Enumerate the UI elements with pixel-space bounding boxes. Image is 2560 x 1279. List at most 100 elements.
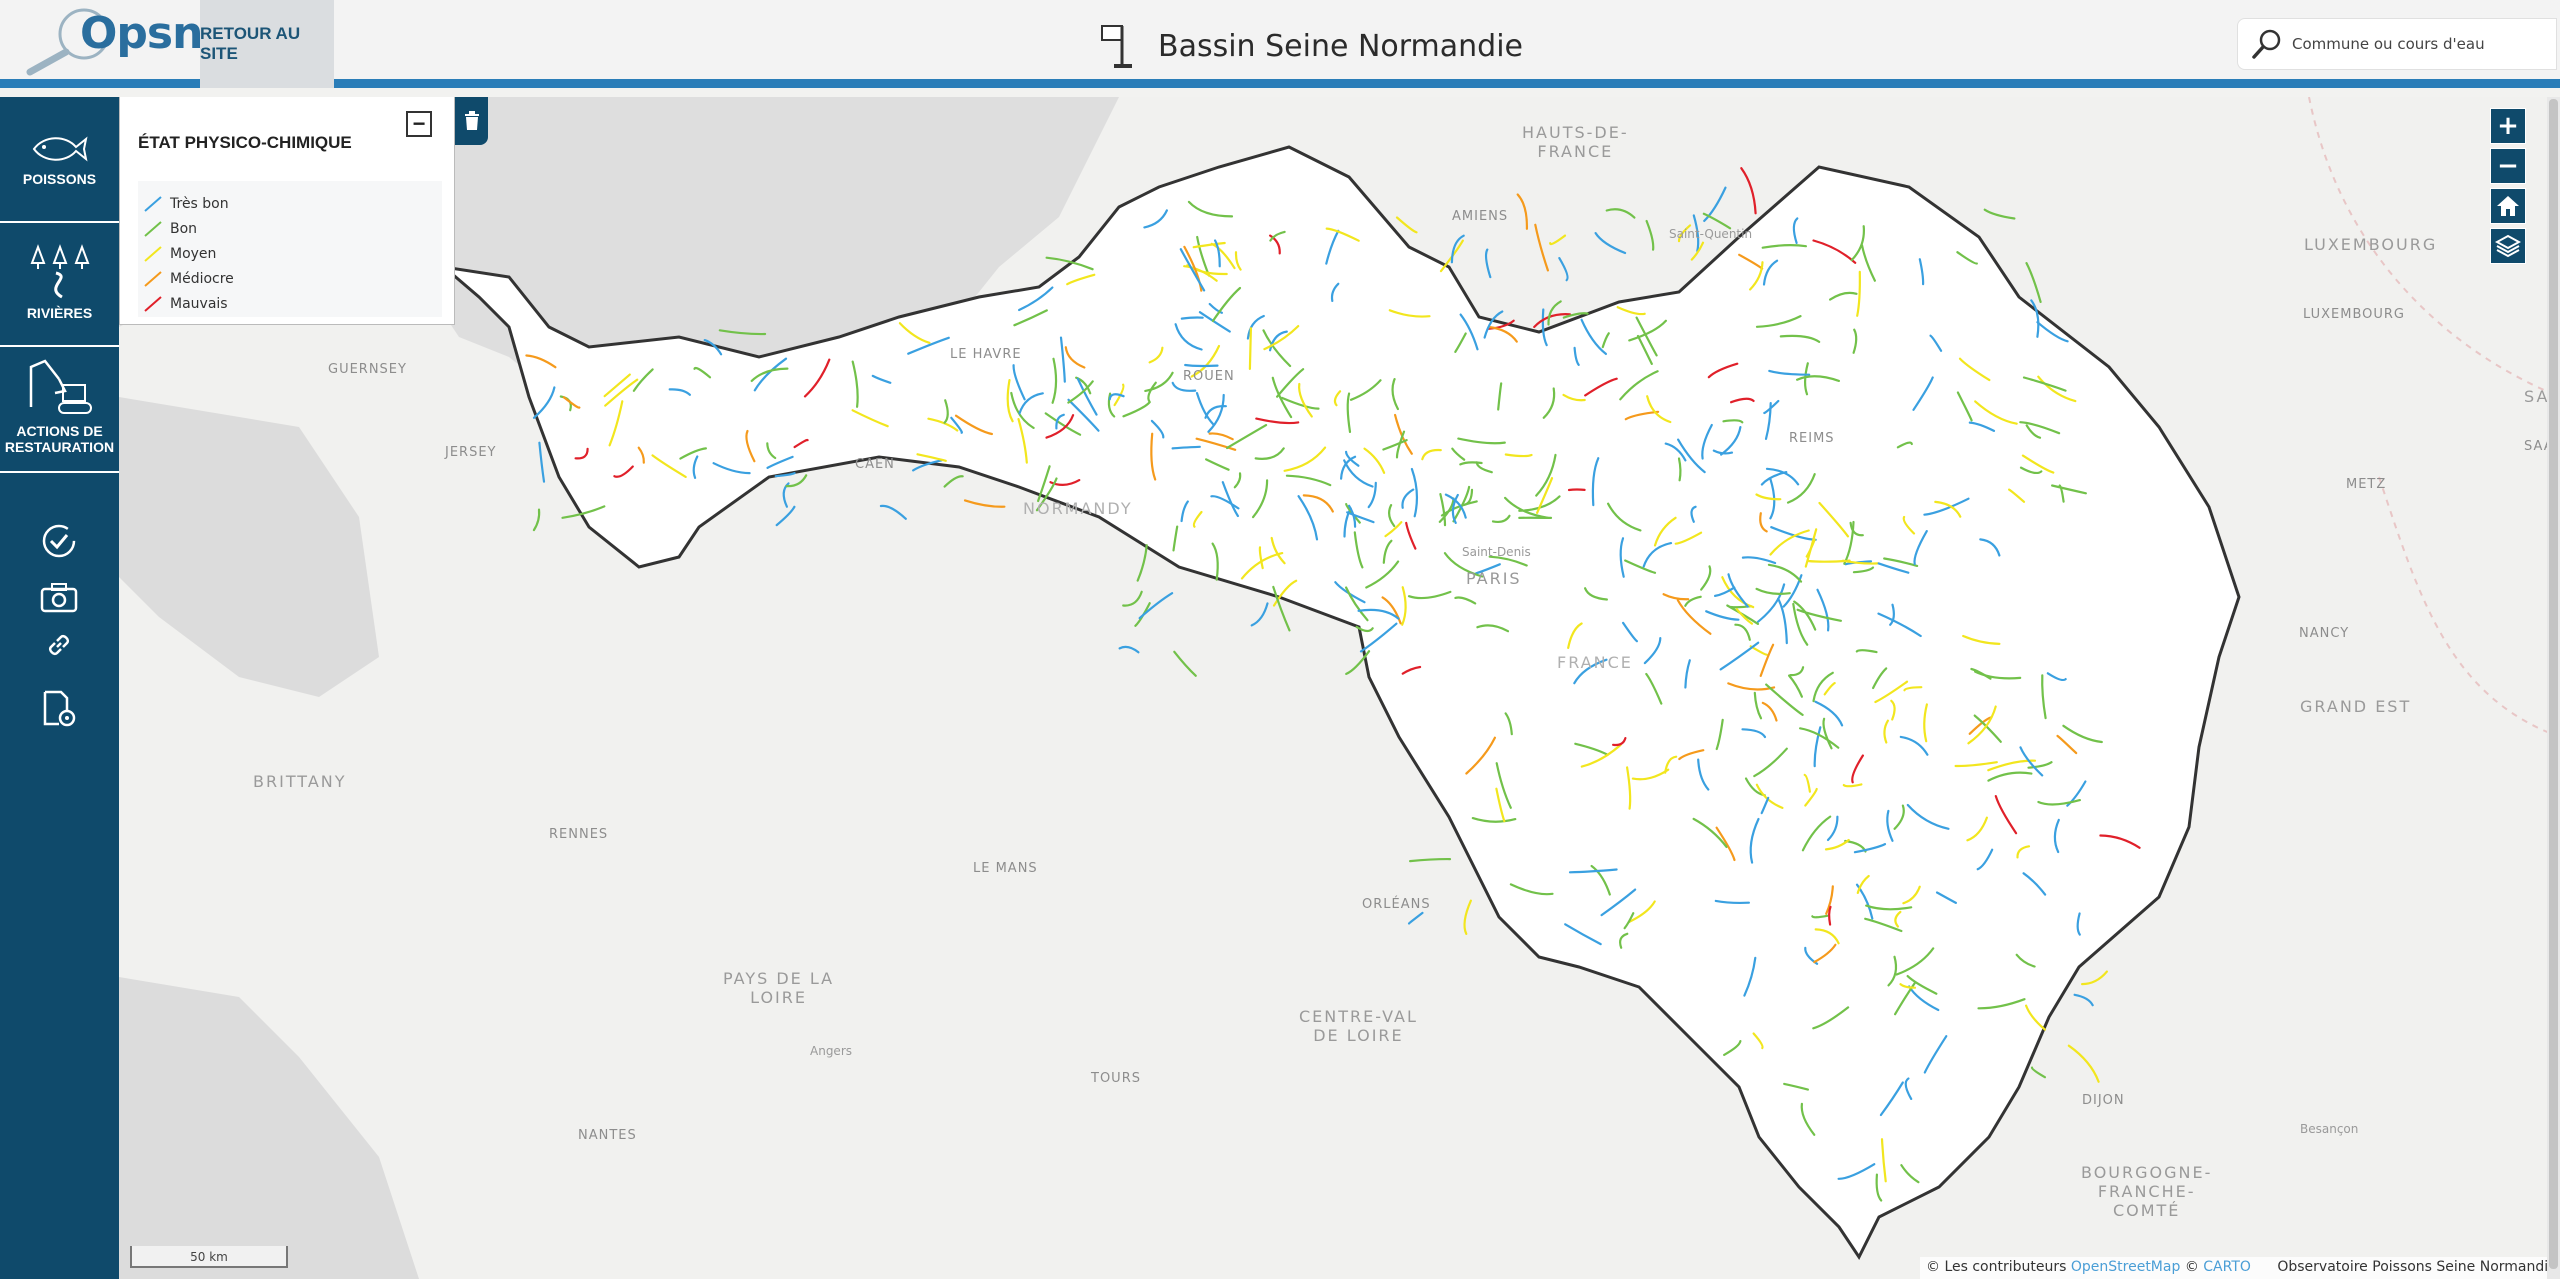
document-settings-icon: [43, 690, 76, 727]
river-segment: [785, 474, 808, 488]
place-saint-quentin: Saint-Quentin: [1669, 227, 1753, 241]
home-button[interactable]: [2490, 188, 2526, 224]
legend-panel: − ÉTAT PHYSICO-CHIMIQUE Très bon Bon Moy…: [119, 97, 455, 325]
place-dijon: DIJON: [2082, 1093, 2125, 1108]
tool-document-settings[interactable]: [35, 687, 83, 731]
sidebar-item-poissons[interactable]: POISSONS: [0, 97, 119, 223]
osm-link[interactable]: OpenStreetMap: [2071, 1259, 2180, 1275]
place-reims: REIMS: [1789, 431, 1835, 446]
river-segment: [1983, 208, 2016, 220]
place-jersey: JERSEY: [445, 445, 497, 460]
river-segment: [1594, 232, 1627, 255]
place-paris: PARIS: [1466, 569, 1522, 588]
river-segment: [1484, 248, 1492, 279]
river-segment: [1547, 300, 1562, 326]
place-amiens: AMIENS: [1452, 209, 1509, 224]
layers-icon: [2495, 234, 2521, 258]
clear-layer-button[interactable]: [455, 97, 488, 145]
legend-list: Très bon Bon Moyen Médiocre Mauvais: [138, 181, 442, 317]
place-rennes: RENNES: [549, 827, 609, 842]
river-segment: [2073, 993, 2094, 1007]
legend-label: Très bon: [170, 195, 229, 212]
legend-collapse-button[interactable]: −: [406, 111, 432, 137]
zoom-in-button[interactable]: +: [2490, 108, 2526, 144]
legend-item-mauvais: Mauvais: [144, 291, 436, 316]
legend-swatch-icon: [144, 245, 162, 262]
river-segment: [943, 475, 964, 488]
app-header: Opsn RETOUR AU SITE Bassin Seine Normand…: [0, 0, 2560, 88]
back-to-site-button[interactable]: RETOUR AU SITE: [200, 0, 334, 88]
legend-item-moyen: Moyen: [144, 241, 436, 266]
sidebar-item-label: RIVIÈRES: [26, 305, 93, 321]
sidebar-item-actions-restauration[interactable]: ACTIONS DE RESTAURATION: [0, 347, 119, 473]
link-icon: [49, 635, 69, 655]
refresh-check-icon: [42, 524, 76, 558]
page-title-group: Bassin Seine Normandie: [1100, 22, 1523, 70]
map-scale: 50 km: [130, 1246, 288, 1268]
river-segment: [1645, 219, 1655, 251]
carto-link[interactable]: CARTO: [2203, 1259, 2251, 1275]
place-bourgogne: BOURGOGNE- FRANCHE- COMTÉ: [2081, 1163, 2213, 1221]
place-hauts-de-france: HAUTS-DE- FRANCE: [1522, 123, 1629, 162]
page-scrollbar-thumb[interactable]: [2549, 99, 2558, 1269]
place-orleans: ORLÉANS: [1362, 897, 1431, 912]
river-segment: [538, 441, 546, 483]
place-nantes: NANTES: [578, 1128, 637, 1143]
river-segment: [1180, 316, 1204, 320]
river-segment: [1138, 592, 1174, 620]
place-besancon: Besançon: [2300, 1122, 2359, 1136]
layers-button[interactable]: [2490, 228, 2526, 264]
place-nancy: NANCY: [2299, 626, 2350, 641]
zoom-out-button[interactable]: −: [2490, 148, 2526, 184]
search-box[interactable]: [2237, 18, 2557, 70]
tool-refresh-check[interactable]: [35, 519, 83, 563]
search-input[interactable]: [2292, 35, 2542, 53]
legend-label: Moyen: [170, 245, 217, 262]
tool-link[interactable]: [35, 623, 83, 667]
page-title: Bassin Seine Normandie: [1158, 28, 1524, 64]
sidebar-item-rivieres[interactable]: RIVIÈRES: [0, 223, 119, 347]
place-centre-val-de-loire: CENTRE-VAL DE LOIRE: [1299, 1007, 1418, 1046]
river-segment: [2067, 1044, 2100, 1083]
place-france: FRANCE: [1557, 653, 1633, 672]
river-segment: [879, 504, 907, 520]
legend-label: Mauvais: [170, 295, 228, 312]
river-segment: [1136, 544, 1148, 582]
place-rouen: ROUEN: [1183, 369, 1235, 384]
map-canvas[interactable]: HAUTS-DE- FRANCE AMIENS Saint-Quentin LU…: [119, 97, 2560, 1279]
camera-icon: [40, 583, 78, 613]
opsn-logo[interactable]: Opsn: [22, 6, 203, 76]
search-icon[interactable]: [2250, 27, 2284, 61]
legend-swatch-icon: [144, 195, 162, 212]
river-segment: [775, 505, 796, 527]
river-segment: [1407, 911, 1424, 925]
place-luxembourg-region: LUXEMBOURG: [2304, 235, 2438, 254]
river-segment: [1250, 602, 1269, 627]
river-segment: [2030, 1066, 2046, 1079]
legend-label: Bon: [170, 220, 198, 237]
river-segment: [1549, 234, 1567, 246]
excavator-icon: [29, 359, 92, 414]
place-metz: METZ: [2346, 477, 2387, 492]
river-segment: [963, 499, 1006, 508]
place-tours: TOURS: [1091, 1071, 1141, 1086]
home-icon: [2497, 196, 2519, 216]
legend-title: ÉTAT PHYSICO-CHIMIQUE: [138, 133, 352, 152]
river-segment: [1740, 167, 1757, 215]
legend-item-mediocre: Médiocre: [144, 266, 436, 291]
legend-item-tres-bon: Très bon: [144, 191, 436, 216]
place-grand-est: GRAND EST: [2300, 697, 2412, 716]
legend-swatch-icon: [144, 220, 162, 237]
tool-camera[interactable]: [35, 575, 83, 619]
river-segment: [1534, 223, 1549, 272]
site-credit: Observatoire Poissons Seine Normandie: [2277, 1259, 2557, 1275]
legend-swatch-icon: [144, 295, 162, 312]
river-segment: [1248, 327, 1252, 370]
river-segment: [2025, 262, 2042, 303]
attribution-copy: ©: [2184, 1259, 2199, 1275]
flag-icon: [1101, 25, 1132, 68]
place-le-mans: LE MANS: [973, 861, 1038, 876]
place-caen: CAEN: [855, 457, 895, 472]
river-segment: [1605, 208, 1636, 219]
legend-item-bon: Bon: [144, 216, 436, 241]
